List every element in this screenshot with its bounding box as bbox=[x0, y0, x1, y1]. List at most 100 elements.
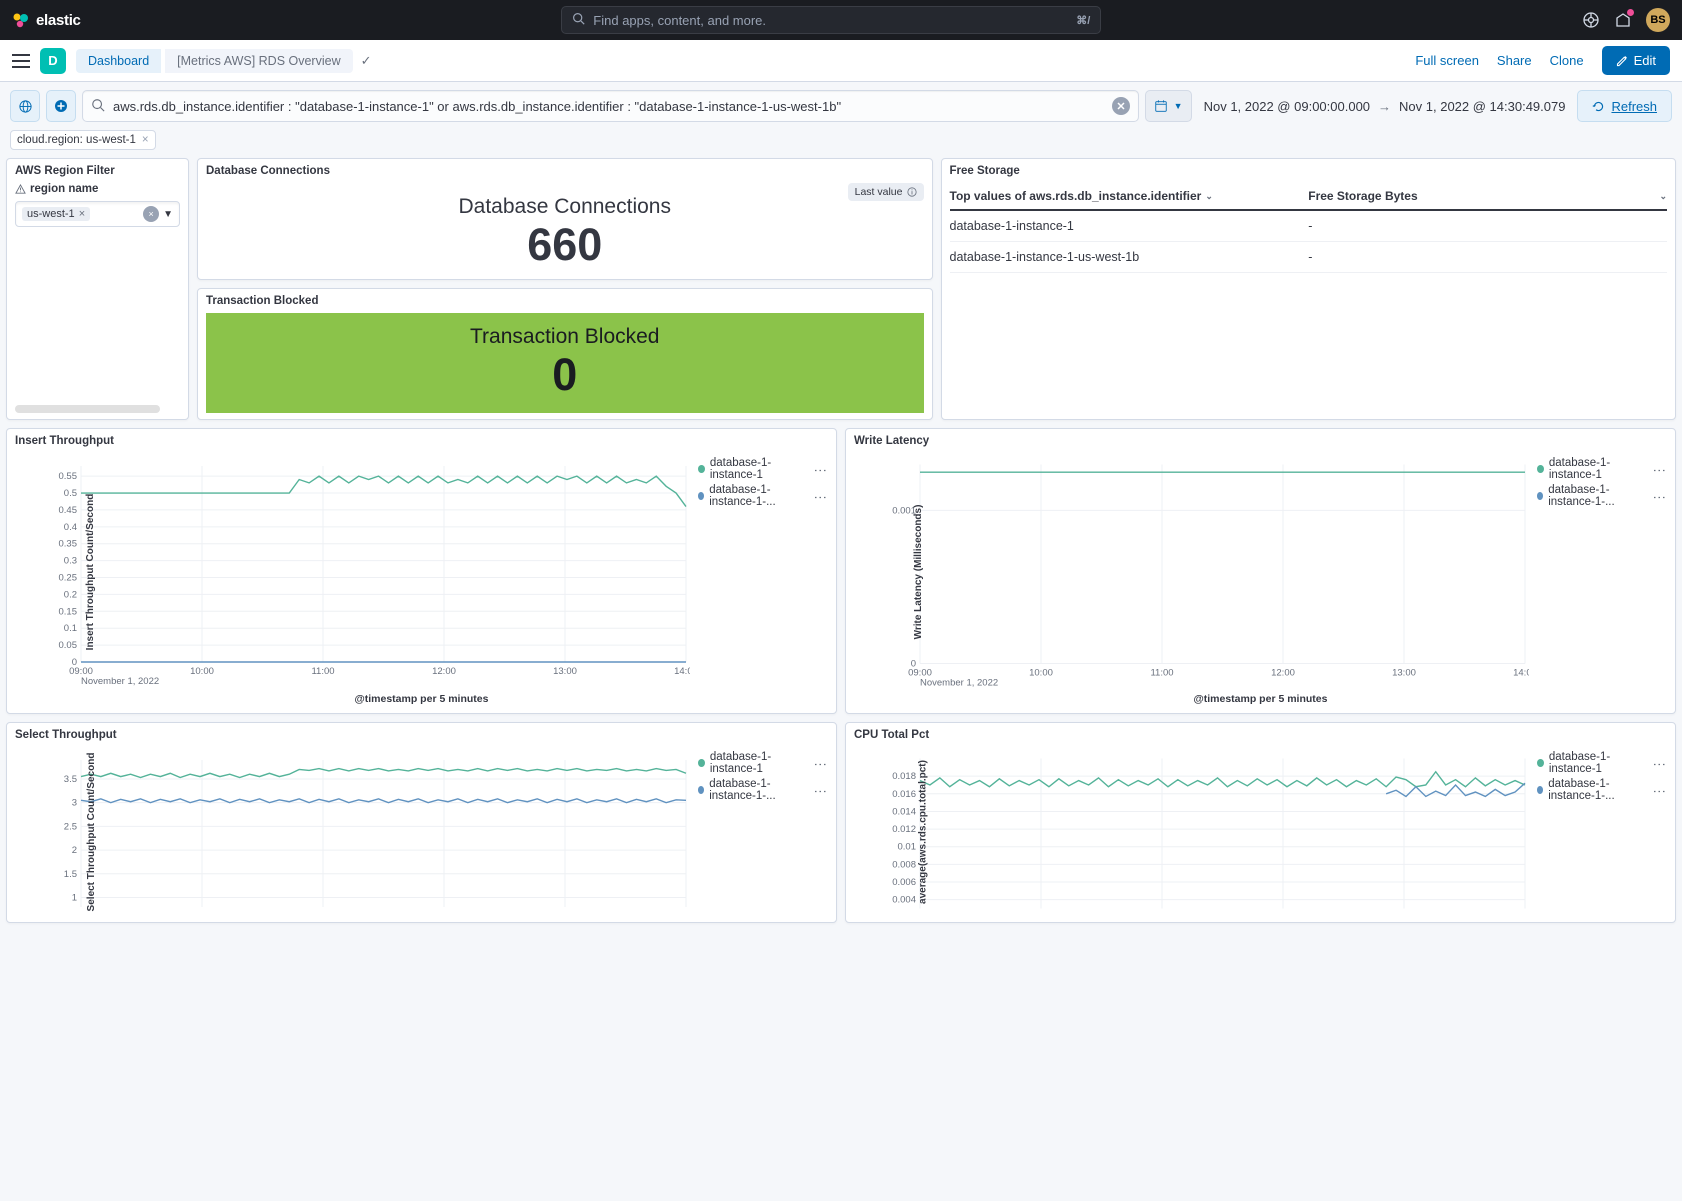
svg-text:1: 1 bbox=[72, 893, 77, 904]
svg-text:November 1, 2022: November 1, 2022 bbox=[81, 676, 159, 687]
legend-dot bbox=[1537, 759, 1544, 767]
svg-text:13:00: 13:00 bbox=[553, 666, 577, 677]
svg-text:0.05: 0.05 bbox=[59, 640, 78, 651]
column-header-instance[interactable]: Top values of aws.rds.db_instance.identi… bbox=[950, 189, 1309, 203]
notification-dot bbox=[1627, 9, 1634, 16]
logo[interactable]: elastic bbox=[12, 11, 81, 29]
clear-select-button[interactable]: × bbox=[143, 206, 159, 222]
date-from: Nov 1, 2022 @ 09:00:00.000 bbox=[1204, 99, 1370, 114]
legend-item[interactable]: database-1-instance-1⋮ bbox=[1537, 751, 1667, 775]
scrollbar[interactable] bbox=[15, 405, 160, 413]
elastic-logo-icon bbox=[12, 11, 30, 29]
global-search-input[interactable]: Find apps, content, and more. ⌘/ bbox=[561, 6, 1101, 34]
breadcrumb-current: [Metrics AWS] RDS Overview bbox=[165, 49, 352, 73]
legend-menu-icon[interactable]: ⋮ bbox=[1652, 464, 1667, 477]
remove-value-icon[interactable]: × bbox=[79, 208, 85, 220]
legend-dot bbox=[698, 786, 704, 794]
legend-dot bbox=[698, 465, 705, 473]
legend-menu-icon[interactable]: ⋮ bbox=[1652, 785, 1667, 798]
svg-text:2: 2 bbox=[72, 845, 77, 856]
legend-dot bbox=[1537, 465, 1544, 473]
svg-text:11:00: 11:00 bbox=[311, 666, 334, 677]
column-header-bytes[interactable]: Free Storage Bytes ⌄ bbox=[1308, 189, 1667, 203]
full-screen-button[interactable]: Full screen bbox=[1415, 53, 1479, 68]
table-header: Top values of aws.rds.db_instance.identi… bbox=[950, 183, 1668, 211]
legend-item[interactable]: database-1-instance-1⋮ bbox=[1537, 457, 1667, 481]
filter-pill-region[interactable]: cloud.region: us-west-1 × bbox=[10, 130, 156, 150]
legend-item[interactable]: database-1-instance-1-...⋮ bbox=[1537, 778, 1667, 802]
svg-text:13:00: 13:00 bbox=[1392, 668, 1416, 679]
legend-menu-icon[interactable]: ⋮ bbox=[813, 785, 828, 798]
date-picker-button[interactable]: ▼ bbox=[1145, 90, 1192, 122]
panel-select-throughput: Select Throughput Select Throughput Coun… bbox=[6, 722, 837, 923]
panel-title: CPU Total Pct bbox=[854, 729, 1667, 741]
chart-plot[interactable]: Insert Throughput Count/Second 00.050.10… bbox=[15, 453, 690, 691]
panel-transaction-blocked: Transaction Blocked Transaction Blocked … bbox=[197, 288, 933, 420]
filter-row: cloud.region: us-west-1 × bbox=[0, 130, 1682, 158]
query-input[interactable]: aws.rds.db_instance.identifier : "databa… bbox=[82, 90, 1139, 122]
chart-legend: database-1-instance-1⋮ database-1-instan… bbox=[690, 747, 828, 916]
user-avatar[interactable]: BS bbox=[1646, 8, 1670, 32]
svg-text:0.016: 0.016 bbox=[892, 789, 916, 800]
svg-text:3: 3 bbox=[72, 798, 77, 809]
svg-text:0.004: 0.004 bbox=[892, 895, 916, 906]
nav-toggle-button[interactable] bbox=[12, 54, 30, 68]
chart-plot[interactable]: Write Latency (Milliseconds) 00.00109:00… bbox=[854, 453, 1529, 691]
clear-query-button[interactable] bbox=[1112, 97, 1130, 115]
svg-text:0.01: 0.01 bbox=[898, 842, 917, 853]
y-axis-label: Insert Throughput Count/Second bbox=[85, 494, 96, 651]
refresh-button[interactable]: Refresh bbox=[1577, 90, 1672, 122]
svg-text:0.018: 0.018 bbox=[892, 771, 916, 782]
share-button[interactable]: Share bbox=[1497, 53, 1532, 68]
region-select[interactable]: us-west-1 × × ▼ bbox=[15, 201, 180, 227]
breadcrumb-dashboard[interactable]: Dashboard bbox=[76, 49, 161, 73]
legend-item[interactable]: database-1-instance-1⋮ bbox=[698, 457, 828, 481]
remove-filter-icon[interactable]: × bbox=[142, 134, 149, 146]
y-axis-label: Write Latency (Milliseconds) bbox=[913, 505, 924, 640]
chevron-down-icon: ▼ bbox=[163, 209, 173, 220]
legend-item[interactable]: database-1-instance-1-...⋮ bbox=[1537, 484, 1667, 508]
region-value-pill[interactable]: us-west-1 × bbox=[22, 207, 90, 221]
search-placeholder: Find apps, content, and more. bbox=[593, 13, 1076, 28]
newsfeed-icon[interactable] bbox=[1614, 11, 1632, 29]
legend-item[interactable]: database-1-instance-1-...⋮ bbox=[698, 484, 828, 508]
chart-legend: database-1-instance-1⋮ database-1-instan… bbox=[1529, 453, 1667, 691]
table-row[interactable]: database-1-instance-1- bbox=[950, 211, 1668, 242]
help-icon[interactable] bbox=[1582, 11, 1600, 29]
clone-button[interactable]: Clone bbox=[1550, 53, 1584, 68]
space-badge[interactable]: D bbox=[40, 48, 66, 74]
last-value-badge[interactable]: Last value bbox=[848, 183, 924, 201]
legend-menu-icon[interactable]: ⋮ bbox=[813, 758, 828, 771]
table-row[interactable]: database-1-instance-1-us-west-1b- bbox=[950, 242, 1668, 273]
data-view-button[interactable] bbox=[10, 90, 40, 122]
legend-menu-icon[interactable]: ⋮ bbox=[813, 491, 828, 504]
svg-text:0.1: 0.1 bbox=[64, 623, 77, 634]
legend-menu-icon[interactable]: ⋮ bbox=[1652, 491, 1667, 504]
add-filter-button[interactable] bbox=[46, 90, 76, 122]
date-range-display[interactable]: Nov 1, 2022 @ 09:00:00.000 → Nov 1, 2022… bbox=[1198, 99, 1572, 114]
metric-box: Transaction Blocked 0 bbox=[206, 313, 924, 413]
legend-item[interactable]: database-1-instance-1⋮ bbox=[698, 751, 828, 775]
legend-dot bbox=[698, 759, 705, 767]
query-icon bbox=[91, 98, 105, 115]
svg-text:12:00: 12:00 bbox=[432, 666, 456, 677]
svg-text:0.45: 0.45 bbox=[59, 505, 78, 516]
chart-plot[interactable]: Select Throughput Count/Second 11.522.53… bbox=[15, 747, 690, 916]
refresh-icon bbox=[1592, 100, 1605, 113]
info-icon bbox=[907, 187, 917, 197]
breadcrumb: Dashboard [Metrics AWS] RDS Overview ✓ bbox=[76, 49, 372, 73]
legend-menu-icon[interactable]: ⋮ bbox=[813, 464, 828, 477]
edit-button[interactable]: Edit bbox=[1602, 46, 1670, 75]
legend-dot bbox=[1537, 492, 1543, 500]
panel-db-connections: Database Connections Last value Database… bbox=[197, 158, 933, 280]
svg-text:0.006: 0.006 bbox=[892, 877, 916, 888]
logo-text: elastic bbox=[36, 12, 81, 29]
legend-menu-icon[interactable]: ⋮ bbox=[1652, 758, 1667, 771]
chart-plot[interactable]: average(aws.rds.cpu.total.pct) 0.0040.00… bbox=[854, 747, 1529, 916]
legend-item[interactable]: database-1-instance-1-...⋮ bbox=[698, 778, 828, 802]
panel-free-storage: Free Storage Top values of aws.rds.db_in… bbox=[941, 158, 1677, 420]
svg-text:14:00: 14:00 bbox=[1513, 668, 1529, 679]
svg-text:14:00: 14:00 bbox=[674, 666, 690, 677]
svg-text:0.35: 0.35 bbox=[59, 539, 78, 550]
panel-title: Write Latency bbox=[854, 435, 1667, 447]
